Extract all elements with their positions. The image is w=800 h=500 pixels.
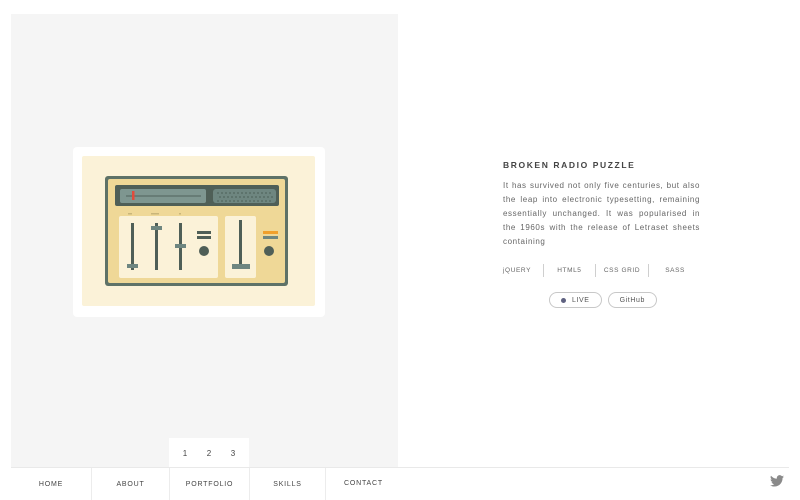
project-links: LIVE GitHub	[549, 292, 657, 308]
github-label: GitHub	[619, 296, 645, 304]
main-nav: HOME ABOUT PORTFOLIO SKILLS CONTACT	[11, 468, 382, 500]
tag-sass: SASS	[665, 266, 685, 274]
nav-portfolio[interactable]: PORTFOLIO	[170, 468, 249, 500]
page-1[interactable]: 1	[175, 449, 195, 458]
portfolio-preview-panel: 1 2 3	[11, 14, 398, 468]
nav-about[interactable]: ABOUT	[92, 468, 169, 500]
pagination: 1 2 3	[169, 438, 249, 468]
tag-css-grid: CSS GRID	[603, 266, 641, 274]
project-details: BROKEN RADIO PUZZLE It has survived not …	[503, 160, 700, 249]
tag-jquery: jQUERY	[503, 266, 532, 274]
project-description: It has survived not only five centuries,…	[503, 181, 700, 246]
project-title: BROKEN RADIO PUZZLE	[503, 160, 636, 170]
tag-html5: HTML5	[557, 266, 582, 274]
nav-contact[interactable]: CONTACT	[326, 468, 401, 498]
twitter-icon[interactable]	[770, 475, 784, 487]
live-dot-icon	[561, 297, 566, 303]
nav-home[interactable]: HOME	[11, 468, 91, 500]
live-button[interactable]: LIVE	[549, 292, 602, 308]
project-card[interactable]	[73, 147, 325, 317]
page-2[interactable]: 2	[199, 449, 219, 458]
nav-skills[interactable]: SKILLS	[250, 468, 325, 500]
tech-tags: jQUERY HTML5 CSS GRID SASS	[503, 262, 701, 278]
radio-illustration	[105, 176, 288, 286]
live-label: LIVE	[572, 296, 590, 304]
page-3[interactable]: 3	[223, 449, 243, 458]
github-button[interactable]: GitHub	[607, 292, 657, 308]
project-illustration	[82, 156, 315, 306]
